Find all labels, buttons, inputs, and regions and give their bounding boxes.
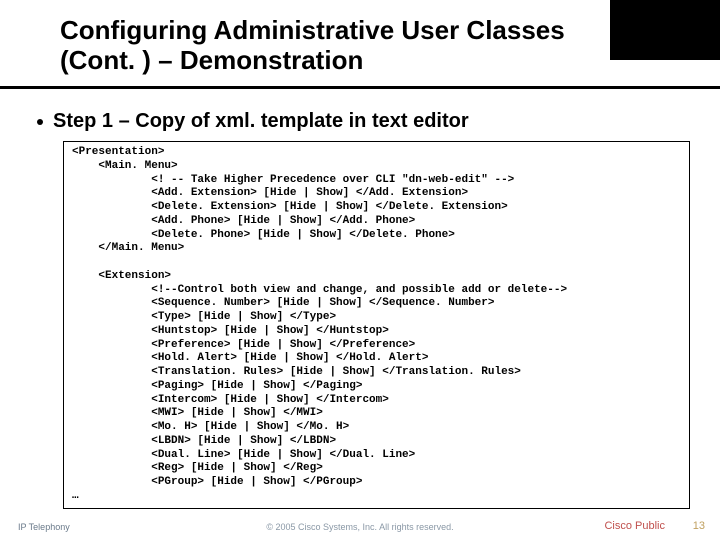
title-line-1: Configuring Administrative User Classes: [60, 15, 565, 45]
body: Step 1 – Copy of xml. template in text e…: [35, 110, 690, 509]
title-band: Configuring Administrative User Classes …: [0, 10, 720, 89]
slide: Configuring Administrative User Classes …: [0, 0, 720, 540]
bullet-text: Step 1 – Copy of xml. template in text e…: [53, 110, 469, 132]
footer-page-number: 13: [693, 520, 705, 532]
footer-public: Cisco Public: [604, 520, 665, 532]
bullet-step-1: Step 1 – Copy of xml. template in text e…: [35, 110, 690, 133]
title-line-2: (Cont. ) – Demonstration: [60, 45, 363, 75]
bullet-icon: [37, 119, 43, 125]
footer: IP Telephony © 2005 Cisco Systems, Inc. …: [0, 514, 720, 532]
slide-title: Configuring Administrative User Classes …: [60, 16, 660, 76]
xml-template-code: <Presentation> <Main. Menu> <! -- Take H…: [63, 141, 690, 509]
